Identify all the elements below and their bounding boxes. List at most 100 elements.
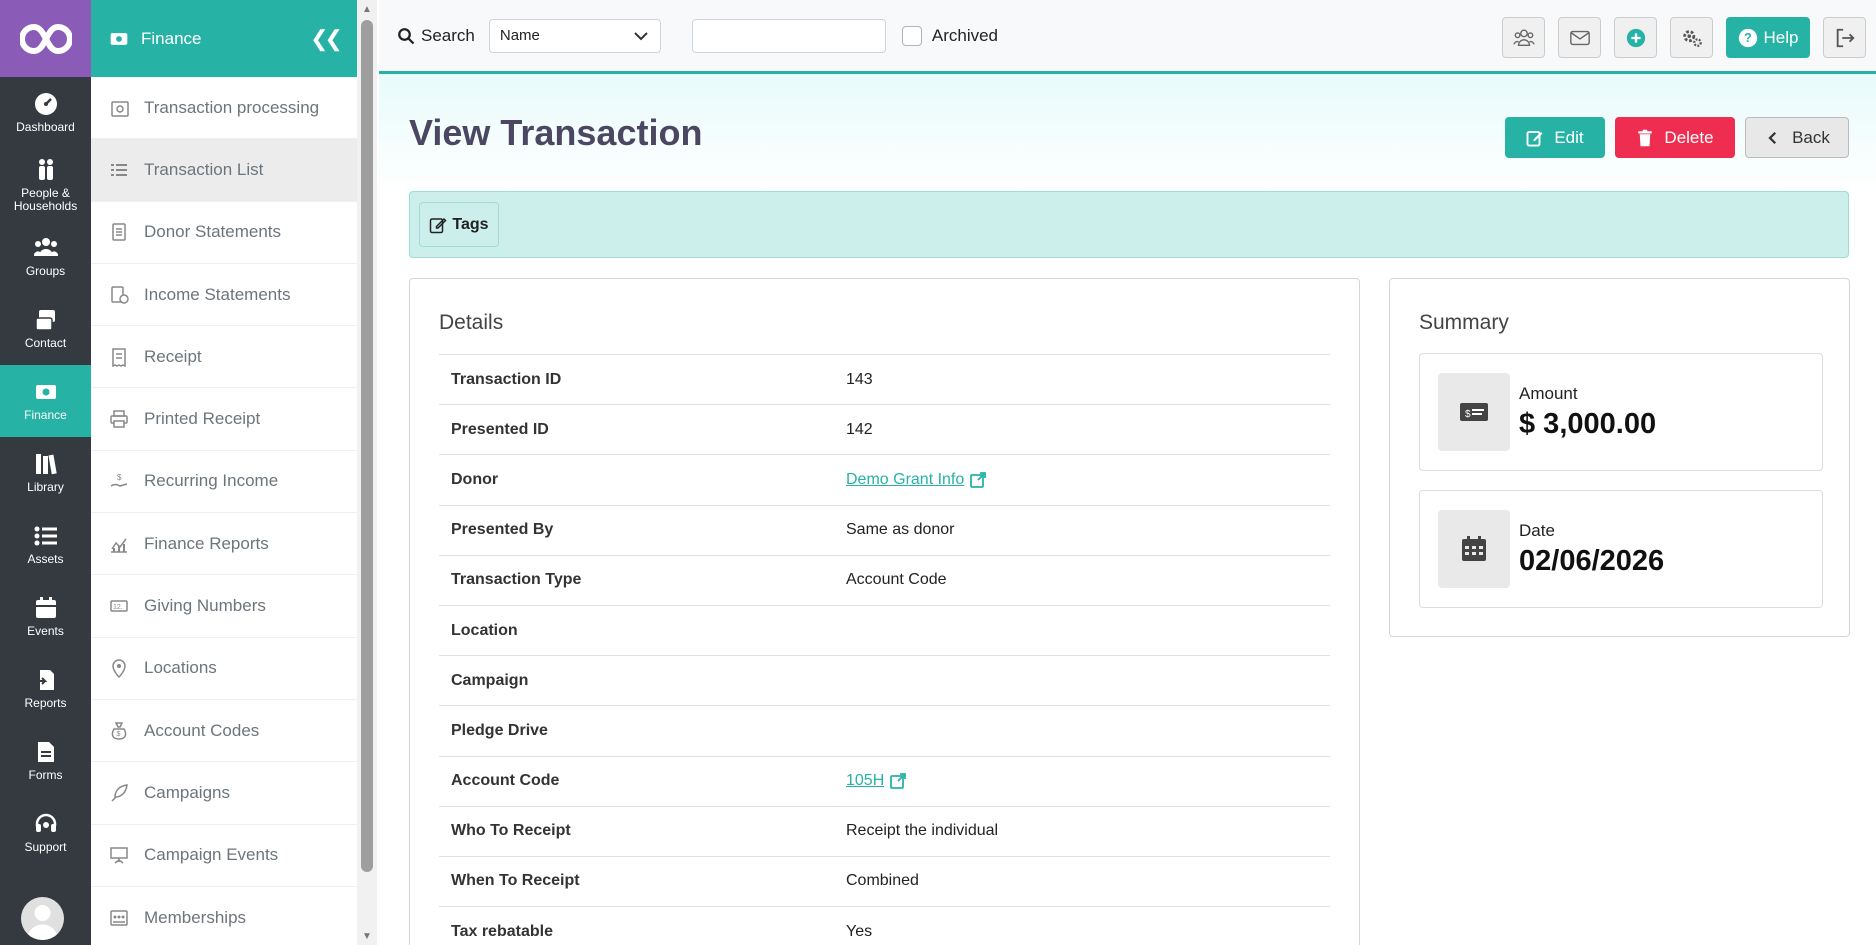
svg-text:$: $ bbox=[1465, 409, 1471, 420]
rail-item-people[interactable]: People & Households bbox=[0, 149, 91, 221]
detail-label: Presented By bbox=[451, 521, 554, 539]
rail-label-assets: Assets bbox=[27, 552, 64, 566]
rail-item-forms[interactable]: Forms bbox=[0, 725, 91, 797]
people-button[interactable] bbox=[1502, 17, 1545, 58]
detail-row-who-to-receipt: Who To Receipt Receipt the individual bbox=[439, 807, 1330, 857]
detail-row-presented-by: Presented By Same as donor bbox=[439, 506, 1330, 556]
printer-icon bbox=[110, 410, 128, 428]
submenu-item-transaction-list[interactable]: Transaction List bbox=[91, 139, 357, 202]
help-button[interactable]: ? Help bbox=[1726, 17, 1810, 58]
detail-link-text: 105H bbox=[846, 772, 885, 790]
detail-value: 142 bbox=[846, 420, 873, 438]
submenu-item-finance-reports[interactable]: Finance Reports bbox=[91, 513, 357, 576]
submenu-item-printed-receipt[interactable]: Printed Receipt bbox=[91, 388, 357, 451]
rail-item-groups[interactable]: Groups bbox=[0, 221, 91, 293]
scroll-down-arrow-icon[interactable]: ▼ bbox=[361, 931, 373, 943]
tags-bar: Tags bbox=[409, 191, 1849, 258]
summary-card: Summary $ Amount $ 3,000.00 Date 02/06/2… bbox=[1389, 278, 1850, 637]
submenu-item-memberships[interactable]: Memberships bbox=[91, 887, 357, 945]
trash-icon bbox=[1638, 129, 1653, 146]
date-label: Date bbox=[1519, 520, 1555, 540]
money-check-icon: $ bbox=[1460, 403, 1488, 421]
scroll-thumb[interactable] bbox=[361, 20, 373, 872]
submenu-item-transaction-processing[interactable]: Transaction processing bbox=[91, 77, 357, 140]
rail-item-library[interactable]: Library bbox=[0, 437, 91, 509]
submenu-item-label: Recurring Income bbox=[144, 471, 279, 491]
rail-item-contact[interactable]: Contact bbox=[0, 293, 91, 365]
detail-row-transaction-type: Transaction Type Account Code bbox=[439, 556, 1330, 606]
edit-label: Edit bbox=[1554, 127, 1584, 147]
rail-item-reports[interactable]: Reports bbox=[0, 653, 91, 725]
rail-item-assets[interactable]: Assets bbox=[0, 509, 91, 581]
help-label: Help bbox=[1763, 27, 1799, 47]
logout-button[interactable] bbox=[1823, 17, 1866, 58]
submenu-item-label: Locations bbox=[144, 658, 217, 678]
main-nav-rail: Dashboard People & Households Groups Con… bbox=[0, 0, 91, 945]
submenu-item-account-codes[interactable]: $ Account Codes bbox=[91, 700, 357, 763]
detail-link-account-code[interactable]: 105H bbox=[846, 772, 907, 790]
rail-item-finance[interactable]: Finance bbox=[0, 365, 91, 437]
receipt-icon bbox=[112, 348, 126, 367]
app-logo[interactable] bbox=[0, 0, 91, 77]
submenu-item-receipt[interactable]: Receipt bbox=[91, 326, 357, 389]
submenu-item-recurring-income[interactable]: $ Recurring Income bbox=[91, 451, 357, 514]
dashboard-icon bbox=[34, 93, 57, 115]
rail-label-events: Events bbox=[27, 624, 64, 638]
submenu-item-campaigns[interactable]: Campaigns bbox=[91, 762, 357, 825]
detail-label: Tax rebatable bbox=[451, 922, 553, 940]
detail-row-location: Location bbox=[439, 606, 1330, 657]
mail-button[interactable] bbox=[1558, 17, 1601, 58]
rail-item-dashboard[interactable]: Dashboard bbox=[0, 77, 91, 149]
search-input[interactable] bbox=[691, 18, 886, 53]
delete-button[interactable]: Delete bbox=[1615, 117, 1735, 158]
hand-dollar-icon: $ bbox=[110, 473, 128, 488]
add-button[interactable] bbox=[1614, 17, 1657, 58]
rail-item-events[interactable]: Events bbox=[0, 581, 91, 653]
submenu-item-income-statements[interactable]: Income Statements bbox=[91, 264, 357, 327]
detail-row-pledge-drive: Pledge Drive bbox=[439, 706, 1330, 757]
collapse-menu-icon[interactable]: ❮❮ bbox=[310, 26, 343, 52]
amount-icon-box: $ bbox=[1438, 373, 1510, 451]
date-icon-box bbox=[1438, 510, 1510, 588]
groups-icon bbox=[33, 238, 58, 256]
archived-toggle[interactable]: Archived bbox=[901, 25, 998, 46]
detail-label: Who To Receipt bbox=[451, 822, 571, 840]
submenu-item-label: Memberships bbox=[144, 907, 247, 927]
submenu-header: Finance ❮❮ bbox=[91, 0, 357, 77]
svg-text:12.: 12. bbox=[113, 604, 123, 611]
transaction-processing-icon bbox=[111, 100, 129, 117]
gears-icon bbox=[1682, 29, 1702, 47]
submenu-item-locations[interactable]: Locations bbox=[91, 638, 357, 700]
submenu-item-donor-statements[interactable]: Donor Statements bbox=[91, 202, 357, 264]
avatar[interactable] bbox=[21, 897, 64, 940]
edit-button[interactable]: Edit bbox=[1505, 117, 1605, 158]
rail-item-support[interactable]: Support bbox=[0, 797, 91, 869]
amount-stat: $ Amount $ 3,000.00 bbox=[1419, 353, 1823, 471]
submenu-item-label: Donor Statements bbox=[144, 222, 282, 242]
amount-value: $ 3,000.00 bbox=[1519, 407, 1657, 440]
rail-label-contact: Contact bbox=[24, 336, 67, 350]
main-content: View Transaction Edit Delete Back Tags D… bbox=[379, 74, 1876, 945]
rail-label-groups: Groups bbox=[25, 264, 66, 278]
scroll-up-arrow-icon[interactable]: ▲ bbox=[361, 4, 373, 16]
settings-button[interactable] bbox=[1670, 17, 1713, 58]
tags-button[interactable]: Tags bbox=[419, 202, 499, 247]
detail-label: Donor bbox=[451, 470, 499, 488]
rail-label-finance: Finance bbox=[24, 408, 67, 422]
svg-text:$: $ bbox=[117, 473, 122, 482]
submenu-scrollbar[interactable]: ▲ ▼ bbox=[357, 0, 377, 945]
detail-row-account-code: Account Code 105H bbox=[439, 757, 1330, 807]
submenu-item-campaign-events[interactable]: Campaign Events bbox=[91, 825, 357, 887]
submenu-item-label: Transaction processing bbox=[144, 97, 320, 117]
finance-submenu: Finance ❮❮ Transaction processing Transac… bbox=[91, 0, 357, 945]
archived-checkbox[interactable] bbox=[901, 25, 922, 46]
detail-value: Same as donor bbox=[846, 521, 955, 539]
back-button[interactable]: Back bbox=[1745, 117, 1849, 158]
logo-icon bbox=[19, 23, 72, 54]
detail-link-donor[interactable]: Demo Grant Info bbox=[846, 471, 987, 489]
search-field-select[interactable]: Name bbox=[488, 18, 661, 53]
people-outline-icon bbox=[1512, 29, 1535, 46]
detail-row-donor: Donor Demo Grant Info bbox=[439, 455, 1330, 506]
submenu-title: Finance bbox=[141, 28, 202, 48]
submenu-item-giving-numbers[interactable]: 12. Giving Numbers bbox=[91, 575, 357, 638]
